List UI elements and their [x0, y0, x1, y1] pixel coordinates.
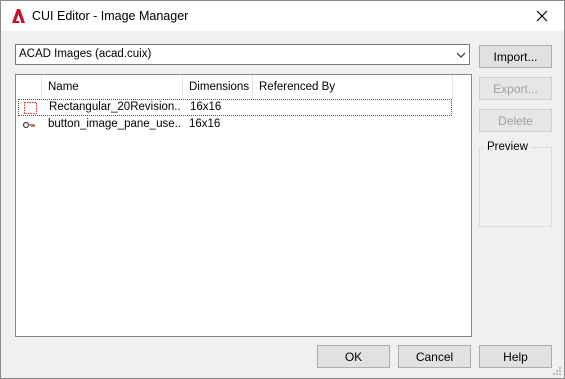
chevron-down-icon: [456, 52, 466, 58]
column-header-name[interactable]: Name: [42, 75, 183, 99]
autocad-logo-icon: [12, 9, 25, 23]
column-header-referenced-by[interactable]: Referenced By: [253, 75, 453, 99]
column-header-dimensions[interactable]: Dimensions: [183, 75, 253, 99]
export-button[interactable]: Export...: [479, 77, 552, 100]
import-button[interactable]: Import...: [479, 45, 552, 68]
image-file-dropdown[interactable]: ACAD Images (acad.cuix): [15, 44, 470, 65]
image-dimensions: 16x16: [190, 101, 222, 113]
image-name: button_image_pane_use...: [48, 118, 180, 130]
preview-panel: [479, 147, 552, 227]
preview-label: Preview: [484, 141, 531, 153]
list-item[interactable]: Rectangular_20Revision... 16x16: [18, 99, 452, 116]
key-icon: [22, 121, 35, 129]
delete-button[interactable]: Delete: [479, 109, 552, 132]
ok-button[interactable]: OK: [317, 345, 390, 368]
window-title: CUI Editor - Image Manager: [32, 9, 189, 23]
icon-column-header: [16, 75, 42, 99]
close-button[interactable]: [520, 1, 564, 31]
list-item[interactable]: button_image_pane_use... 16x16: [18, 117, 452, 134]
title-bar: CUI Editor - Image Manager: [1, 1, 564, 31]
image-manager-dialog: CUI Editor - Image Manager ACAD Images (…: [0, 0, 565, 379]
image-list[interactable]: Name Dimensions Referenced By Rectangula…: [15, 74, 472, 337]
help-button[interactable]: Help: [479, 345, 552, 368]
dropdown-value: ACAD Images (acad.cuix): [19, 48, 152, 60]
dotted-rectangle-icon: [24, 102, 37, 114]
image-name: Rectangular_20Revision...: [49, 101, 181, 113]
cancel-button[interactable]: Cancel: [398, 345, 471, 368]
list-header: Name Dimensions Referenced By: [16, 75, 471, 99]
image-dimensions: 16x16: [189, 118, 221, 130]
resize-grip-icon[interactable]: [552, 366, 562, 376]
close-icon: [536, 10, 548, 22]
